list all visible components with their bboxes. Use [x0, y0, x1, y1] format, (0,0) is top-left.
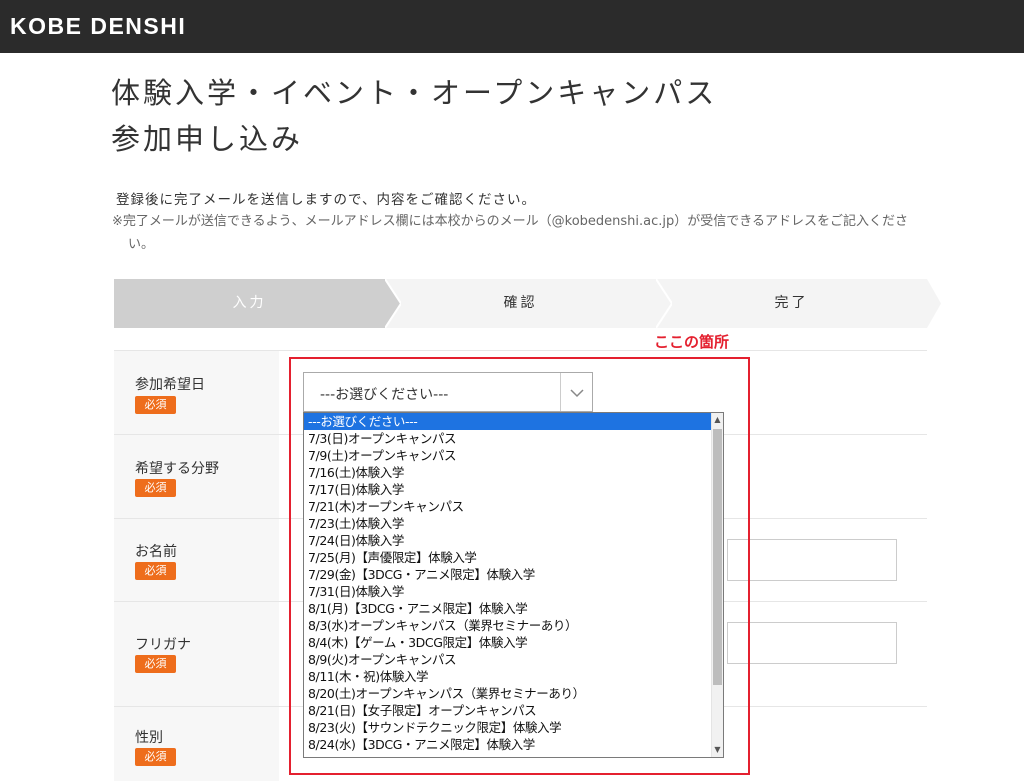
step-divider-2 — [656, 279, 672, 328]
dropdown-option[interactable]: 7/17(日)体験入学 — [304, 481, 713, 498]
annotation-label: ここの箇所 — [654, 333, 730, 351]
step-confirm: 確認 — [385, 279, 656, 328]
dropdown-option[interactable]: 7/24(日)体験入学 — [304, 532, 713, 549]
step-divider-1 — [385, 279, 401, 328]
dropdown-option[interactable]: 7/21(木)オープンキャンパス — [304, 498, 713, 515]
date-select[interactable]: ---お選びください--- — [303, 372, 593, 412]
label-cell: 参加希望日 必須 — [114, 351, 279, 434]
dropdown-option[interactable]: 8/1(月)【3DCG・アニメ限定】体験入学 — [304, 600, 713, 617]
dropdown-option[interactable]: 8/3(水)オープンキャンパス（業界セミナーあり） — [304, 617, 713, 634]
field-label-gender: 性別 — [135, 730, 163, 746]
date-dropdown-list[interactable]: ---お選びください--- 7/3(日)オープンキャンパス 7/9(土)オープン… — [303, 412, 724, 758]
dropdown-option[interactable]: 8/11(木・祝)体験入学 — [304, 668, 713, 685]
scrollbar-thumb[interactable] — [713, 429, 722, 685]
chevron-down-icon[interactable] — [560, 373, 592, 411]
dropdown-option[interactable]: 8/24(水)【3DCG・アニメ限定】体験入学 — [304, 736, 713, 753]
site-logo[interactable]: KOBE DENSHI — [10, 13, 186, 40]
step-end-arrow — [927, 279, 941, 328]
label-cell: フリガナ 必須 — [114, 602, 279, 706]
dropdown-option[interactable]: 8/23(火)【サウンドテクニック限定】体験入学 — [304, 719, 713, 736]
label-cell: 性別 必須 — [114, 707, 279, 781]
field-label-name: お名前 — [135, 544, 177, 560]
step-input: 入力 — [114, 279, 385, 328]
required-badge: 必須 — [135, 396, 176, 414]
field-label-kana: フリガナ — [135, 637, 191, 653]
scroll-down-icon[interactable]: ▼ — [712, 743, 723, 757]
field-label-date: 参加希望日 — [135, 377, 205, 393]
page-title: 体験入学・イベント・オープンキャンパス 参加申し込み — [111, 70, 717, 162]
progress-steps: 入力 確認 完了 — [114, 279, 941, 328]
site-header: KOBE DENSHI — [0, 0, 1024, 53]
email-notice: ※完了メールが送信できるよう、メールアドレス欄には本校からのメール（@kobed… — [112, 214, 908, 252]
scroll-up-icon[interactable]: ▲ — [712, 413, 723, 427]
dropdown-option[interactable]: 8/4(木)【ゲーム・3DCG限定】体験入学 — [304, 634, 713, 651]
dropdown-option[interactable]: 8/20(土)オープンキャンパス（業界セミナーあり） — [304, 685, 713, 702]
kana-input[interactable] — [727, 622, 897, 664]
field-label-field: 希望する分野 — [135, 461, 219, 477]
dropdown-scrollbar[interactable]: ▲ ▼ — [711, 413, 723, 757]
dropdown-option[interactable]: 7/16(土)体験入学 — [304, 464, 713, 481]
required-badge: 必須 — [135, 655, 176, 673]
name-input[interactable] — [727, 539, 897, 581]
dropdown-option[interactable]: ---お選びください--- — [304, 413, 713, 430]
required-badge: 必須 — [135, 562, 176, 580]
step-complete: 完了 — [656, 279, 927, 328]
required-badge: 必須 — [135, 479, 176, 497]
dropdown-option[interactable]: 7/9(土)オープンキャンパス — [304, 447, 713, 464]
dropdown-option[interactable]: 7/29(金)【3DCG・アニメ限定】体験入学 — [304, 566, 713, 583]
dropdown-option[interactable]: 7/23(土)体験入学 — [304, 515, 713, 532]
select-value: ---お選びください--- — [320, 387, 449, 403]
dropdown-option[interactable]: 8/21(日)【女子限定】オープンキャンパス — [304, 702, 713, 719]
required-badge: 必須 — [135, 748, 176, 766]
dropdown-option[interactable]: 8/9(火)オープンキャンパス — [304, 651, 713, 668]
dropdown-option[interactable]: 7/25(月)【声優限定】体験入学 — [304, 549, 713, 566]
page-title-line-2: 参加申し込み — [111, 122, 304, 156]
label-cell: お名前 必須 — [114, 519, 279, 601]
label-cell: 希望する分野 必須 — [114, 435, 279, 518]
dropdown-option[interactable]: 7/3(日)オープンキャンパス — [304, 430, 713, 447]
dropdown-option[interactable]: 7/31(日)体験入学 — [304, 583, 713, 600]
page-title-line-1: 体験入学・イベント・オープンキャンパス — [111, 76, 718, 110]
confirmation-notice: 登録後に完了メールを送信しますので、内容をご確認ください。 — [116, 192, 536, 208]
